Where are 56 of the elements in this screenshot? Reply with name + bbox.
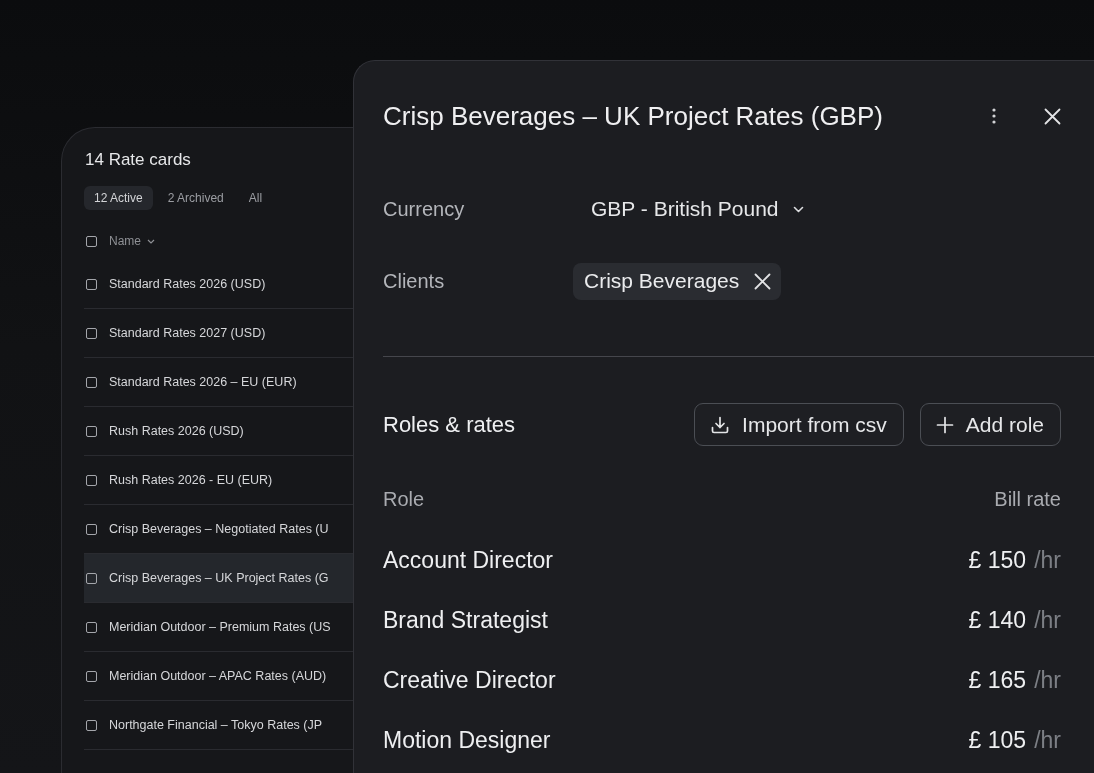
download-icon [710,414,731,435]
role-name: Brand Strategist [383,606,548,634]
bill-rate: £ 150 [968,546,1027,574]
rate-card-name: Meridian Outdoor – Premium Rates (US [109,620,331,634]
panel-title: Crisp Beverages – UK Project Rates (GBP) [383,100,883,133]
checkbox[interactable] [86,235,97,247]
section-title: Roles & rates [383,411,516,438]
plus-icon [935,415,954,434]
rate-unit: /hr [1034,546,1061,574]
filter-tab[interactable]: 12 Active [84,186,153,210]
filter-tab[interactable]: All [238,186,273,210]
rate-card-name: Standard Rates 2026 – EU (EUR) [109,375,297,389]
filter-tab[interactable]: 2 Archived [157,186,234,210]
checkbox[interactable] [86,327,97,339]
more-icon[interactable] [992,108,996,124]
dropdown-select[interactable]: GBP - British Pound [591,189,804,229]
role-name: Creative Director [383,666,556,694]
bill-rate: £ 165 [968,666,1027,694]
import-button[interactable]: Import from csv [694,403,904,446]
close-icon[interactable] [754,272,772,290]
column-header: Bill rate [994,487,1061,511]
rate-unit: /hr [1034,606,1061,634]
checkbox[interactable] [86,278,97,290]
rate-card-name: Rush Rates 2026 (USD) [109,424,244,438]
rate-card-name: Northgate Financial – Tokyo Rates (JP [109,718,323,732]
checkbox[interactable] [86,719,97,731]
checkbox[interactable] [86,523,97,535]
bill-rate: £ 140 [968,606,1027,634]
chevron-down-icon [792,205,804,213]
column-header: Role [383,487,425,511]
rate-card-name: Meridian Outdoor – APAC Rates (AUD) [109,669,327,683]
rate-card-name: Standard Rates 2027 (USD) [109,326,266,340]
checkbox[interactable] [86,425,97,437]
rate-card-name: Standard Rates 2026 (USD) [109,277,266,291]
rate-card-name: Crisp Beverages – Negotiated Rates (U [109,522,329,536]
checkbox[interactable] [86,572,97,584]
list-title: 14 Rate cards [85,149,191,171]
chip-label: Crisp Beverages [584,269,740,293]
add-role-button[interactable]: Add role [919,403,1061,446]
field-label: Currency [383,197,466,221]
role-name: Motion Designer [383,726,551,754]
list-row[interactable]: Crisp Beverages – UK Project Rates (G [84,554,354,603]
checkbox[interactable] [86,474,97,486]
caret-icon [147,238,155,244]
checkbox[interactable] [86,670,97,682]
checkbox[interactable] [86,376,97,388]
close-icon[interactable] [1044,107,1061,125]
checkbox[interactable] [86,621,97,633]
role-name: Account Director [383,546,553,574]
rate-unit: /hr [1034,666,1061,694]
name-column-header[interactable]: Name [109,232,155,250]
bill-rate: £ 105 [968,726,1027,754]
rate-card-name: Rush Rates 2026 - EU (EUR) [109,473,273,487]
field-label: Clients [383,269,446,293]
rate-card-name: Crisp Beverages – UK Project Rates (G [109,571,329,585]
rate-unit: /hr [1034,726,1061,754]
